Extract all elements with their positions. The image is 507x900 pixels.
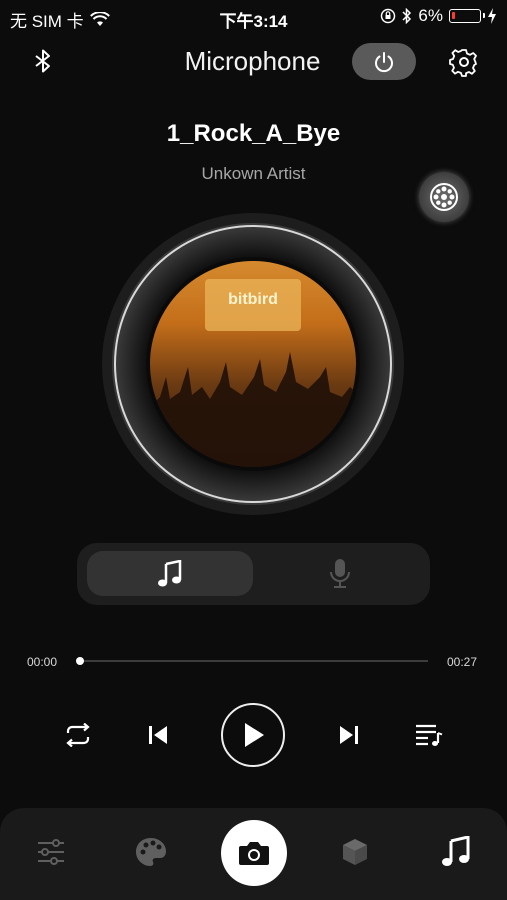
- page-title: Microphone: [0, 46, 507, 77]
- status-bar: 无 SIM 卡 下午3:14 6%: [0, 0, 507, 34]
- repeat-icon: [66, 723, 90, 747]
- orientation-lock-icon: [381, 8, 396, 24]
- album-art: bitbird: [150, 261, 356, 467]
- bluetooth-icon[interactable]: [28, 46, 58, 76]
- mode-switch: [77, 543, 430, 605]
- page-title-text: Microphone: [184, 46, 321, 76]
- battery-icon: [449, 9, 485, 23]
- crowd-silhouette: [150, 352, 356, 467]
- music-mode-button[interactable]: [87, 551, 253, 596]
- tab-music[interactable]: [438, 834, 474, 870]
- tab-cube[interactable]: [337, 834, 373, 870]
- battery-percent: 6%: [418, 6, 443, 25]
- power-icon: [375, 51, 393, 72]
- charging-icon: [488, 8, 496, 24]
- status-right: 6%: [380, 6, 497, 26]
- play-button[interactable]: [221, 703, 285, 767]
- microphone-icon: [329, 558, 350, 588]
- equalizer-icon: [38, 839, 64, 865]
- power-button[interactable]: [352, 43, 416, 80]
- progress-thumb[interactable]: [76, 657, 84, 665]
- playlist-button[interactable]: [411, 717, 447, 753]
- repeat-button[interactable]: [60, 717, 96, 753]
- previous-icon: [149, 726, 167, 744]
- bluetooth-status-icon: [402, 8, 412, 24]
- song-title: 1_Rock_A_Bye: [166, 120, 341, 147]
- tab-equalizer[interactable]: [33, 834, 69, 870]
- next-icon: [340, 726, 358, 744]
- reel-icon: [430, 183, 458, 211]
- play-icon: [245, 723, 264, 747]
- previous-button[interactable]: [140, 717, 176, 753]
- next-button[interactable]: [331, 717, 367, 753]
- elapsed-time: 00:00: [27, 655, 58, 669]
- music-note-icon: [158, 559, 182, 586]
- camera-button[interactable]: [221, 820, 287, 886]
- cube-icon: [343, 839, 367, 865]
- progress-track[interactable]: [78, 660, 428, 662]
- camera-icon: [239, 842, 269, 865]
- reel-button[interactable]: [419, 172, 469, 222]
- total-time: 00:27: [447, 655, 478, 669]
- music-icon: [442, 836, 470, 866]
- gear-icon[interactable]: [449, 47, 479, 77]
- tab-palette[interactable]: [133, 834, 169, 870]
- album-art-label: bitbird: [228, 291, 278, 308]
- palette-icon: [136, 838, 166, 866]
- microphone-mode-button[interactable]: [257, 551, 422, 596]
- playlist-icon: [416, 724, 443, 746]
